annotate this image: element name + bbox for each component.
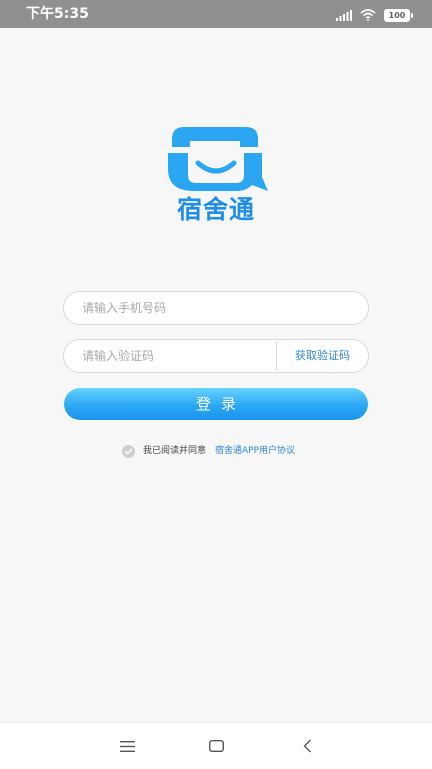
agreement-text: 我已阅读并同意 (143, 446, 207, 456)
navigation-bar (0, 722, 432, 769)
get-code-button[interactable]: 获取验证码 (277, 340, 368, 372)
status-bar: 下午5:35 100 (0, 0, 432, 28)
login-button[interactable]: 登录 (64, 388, 368, 420)
verification-code-input[interactable] (82, 340, 272, 372)
app-name: 宿舍通 (176, 195, 255, 224)
signal-icon (336, 6, 352, 25)
phone-field[interactable] (63, 291, 369, 325)
home-button[interactable] (204, 735, 228, 757)
status-icons: 100 (336, 6, 413, 25)
menu-icon (119, 740, 135, 752)
menu-button[interactable] (115, 735, 139, 757)
user-agreement-link[interactable]: 宿舍通APP用户协议 (215, 444, 295, 458)
phone-input[interactable] (82, 292, 352, 324)
agree-checkbox[interactable] (122, 444, 135, 458)
back-icon (303, 739, 311, 753)
home-icon (208, 740, 224, 752)
wifi-icon (360, 6, 376, 25)
back-button[interactable] (295, 735, 319, 757)
check-icon (124, 448, 133, 454)
battery-icon: 100 (384, 8, 413, 22)
status-time: 下午5:35 (26, 6, 89, 22)
app-logo: 宿舍通 (162, 125, 270, 225)
phone-chat-logo-icon (168, 127, 268, 191)
code-field[interactable]: 获取验证码 (63, 339, 369, 373)
agreement-row: 我已阅读并同意 宿舍通APP用户协议 (122, 444, 295, 458)
